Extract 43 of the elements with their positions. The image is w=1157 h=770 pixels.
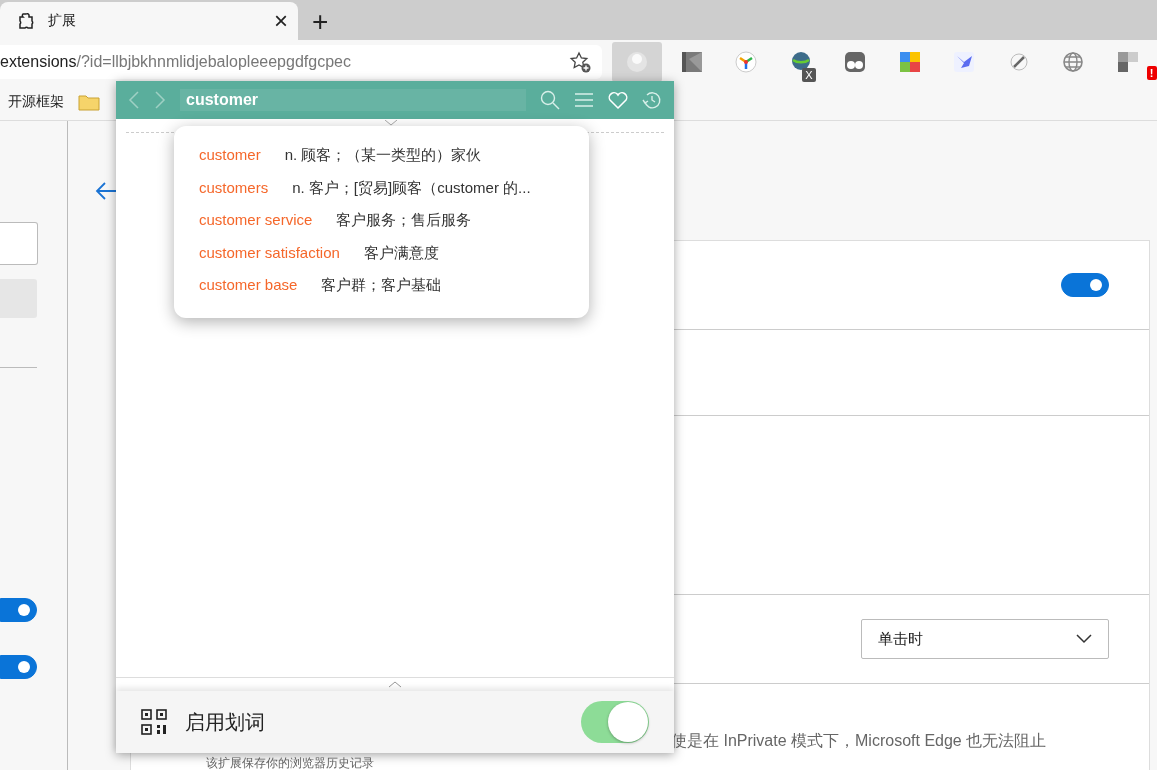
back-arrow-icon[interactable] [95, 181, 117, 201]
search-icon[interactable] [540, 90, 560, 110]
bookmark-item[interactable]: 开源框架 [8, 93, 64, 111]
suggestion-meaning: 客户满意度 [363, 243, 439, 263]
tab-title: 扩展 [48, 12, 77, 30]
back-icon[interactable] [128, 90, 140, 110]
bird-icon [953, 51, 975, 73]
qr-code-icon[interactable] [141, 709, 167, 735]
suggestion-meaning: n. 客户；[贸易]顾客（customer 的... [292, 178, 531, 198]
forward-icon[interactable] [154, 90, 166, 110]
history-icon[interactable] [642, 90, 662, 110]
toggle-switch[interactable] [0, 655, 37, 679]
globe-icon [1062, 51, 1084, 73]
eyes-icon [844, 51, 866, 73]
grid-icon [898, 51, 921, 73]
add-favorite-icon[interactable] [568, 50, 592, 74]
extension-badge: X [802, 68, 816, 82]
suggestion-meaning: 客户服务；售后服务 [336, 211, 472, 230]
chevron-up-icon[interactable] [388, 681, 402, 688]
chevron-down-icon [1076, 634, 1092, 644]
toggle-switch[interactable] [581, 701, 649, 743]
extension-badge: ! [1146, 66, 1157, 80]
browser-tab[interactable]: 扩展 × [0, 2, 298, 40]
toggle-switch[interactable] [1061, 273, 1109, 297]
menu-icon[interactable] [574, 92, 594, 108]
search-field[interactable] [0, 222, 38, 265]
dropdown[interactable]: 单击时 [861, 619, 1109, 659]
fan-icon [735, 51, 757, 73]
suggestion-meaning: n. 顾客；（某一类型的）家伙 [284, 146, 482, 165]
new-tab-button[interactable]: + [298, 8, 339, 40]
feature-label: 启用划词 [185, 709, 266, 735]
suggestion-meaning: 客户群；客户基础 [321, 276, 442, 295]
address-bar[interactable]: extensions/?id=llbjbkhnmlidjebalopleeepgdfgcpec [0, 45, 602, 79]
chevron-down-icon[interactable] [384, 120, 398, 126]
globe-icon [789, 51, 812, 73]
heart-icon[interactable] [608, 91, 628, 109]
tiles-icon [1116, 51, 1139, 73]
toggle-switch[interactable] [0, 598, 37, 622]
close-tab-button[interactable]: × [274, 9, 288, 33]
folder-icon[interactable] [78, 93, 100, 111]
description-text: 该扩展保存你的浏览器历史记录 [206, 757, 374, 770]
pen-icon [1007, 51, 1030, 73]
extension-button[interactable]: X [775, 42, 826, 82]
